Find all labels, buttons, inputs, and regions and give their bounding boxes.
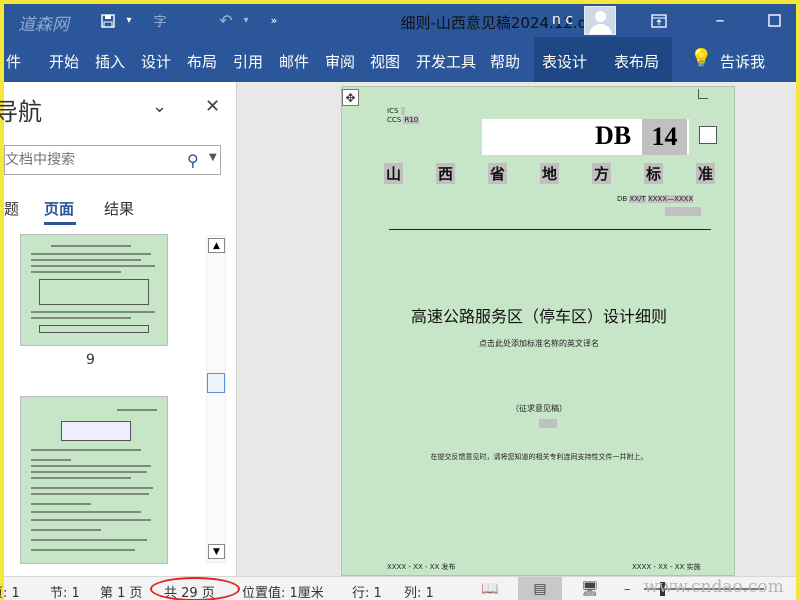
tab-file[interactable]: 件 (6, 51, 21, 72)
ccs-label: CCS R10 (387, 116, 420, 124)
draft-date-placeholder (539, 419, 557, 428)
nav-pane-title: 导航 (0, 98, 42, 126)
active-tab-indicator (44, 222, 76, 225)
search-icon[interactable]: ⚲ (187, 151, 199, 170)
search-input[interactable] (5, 146, 185, 174)
page-corner-mark (698, 89, 708, 99)
tab-pages[interactable]: 页面 (44, 198, 74, 219)
status-bar: 页: 1 节: 1 第 1 页 共 29 页 位置值: 1厘米 行: 1 列: … (0, 576, 796, 600)
scrollbar-thumb[interactable] (207, 373, 225, 393)
ribbon-display-options-icon[interactable] (648, 4, 670, 37)
document-page[interactable]: ✥ ICS CCS R10 DB 14 山 西 省 地 方 标 准 DB XX/… (341, 86, 735, 576)
navigation-pane: 导航 ⌄ ✕ ⚲ ▼ 题 页面 结果 9 (0, 82, 237, 576)
ccs-code: R10 (403, 116, 420, 124)
chevron-down-icon[interactable]: ⌄ (152, 96, 167, 117)
maximize-icon[interactable] (764, 4, 784, 37)
tab-insert[interactable]: 插入 (95, 51, 125, 72)
tab-headings[interactable]: 题 (4, 198, 19, 219)
avatar[interactable] (584, 6, 616, 35)
document-area[interactable]: ✥ ICS CCS R10 DB 14 山 西 省 地 方 标 准 DB XX/… (238, 82, 796, 576)
tab-view[interactable]: 视图 (370, 51, 400, 72)
tab-layout[interactable]: 布局 (187, 51, 217, 72)
spelling-icon[interactable]: 字 (150, 4, 170, 37)
close-icon[interactable]: ✕ (205, 96, 220, 117)
status-row[interactable]: 行: 1 (352, 582, 382, 600)
standard-title: 高速公路服务区（停车区）设计细则 (410, 307, 667, 326)
web-layout-icon[interactable]: 🖥 (568, 577, 612, 600)
print-layout-icon[interactable]: ▤ (518, 577, 562, 600)
ics-label: ICS (387, 107, 405, 115)
document-title: 细则-山西意见稿2024.12.d... (400, 14, 602, 32)
save-icon[interactable] (98, 4, 118, 37)
site-watermark-logo: 道森网 (18, 15, 69, 35)
scroll-down-arrow-icon[interactable]: ▼ (208, 544, 225, 559)
tab-home[interactable]: 开始 (49, 51, 79, 72)
standard-number-placeholder (665, 207, 701, 216)
page-thumbnail-number: 9 (86, 352, 95, 368)
tab-results[interactable]: 结果 (104, 198, 134, 219)
site-watermark: www.cndao.com (644, 577, 784, 597)
undo-dropdown-icon[interactable]: ▾ (240, 4, 252, 37)
more-commands-icon[interactable]: » (266, 4, 282, 37)
scroll-up-arrow-icon[interactable]: ▲ (208, 238, 225, 253)
tell-me-search[interactable]: 告诉我 (720, 51, 765, 72)
status-section[interactable]: 节: 1 (50, 582, 80, 600)
draft-label: （征求意见稿） (511, 404, 567, 413)
user-name[interactable]: n c (552, 12, 573, 28)
standard-number: DB XX/T XXXX—XXXX (617, 195, 694, 203)
implement-date: XXXX - XX - XX 实施 (632, 563, 701, 571)
zoom-out-icon[interactable]: – (624, 582, 631, 597)
ribbon-tabs: 件 开始 插入 设计 布局 引用 邮件 审阅 视图 开发工具 帮助 表设计 表布… (4, 37, 796, 82)
tab-references[interactable]: 引用 (233, 51, 263, 72)
nav-scrollbar[interactable]: ▲ ▼ (206, 235, 226, 563)
english-name-placeholder[interactable]: 点击此处添加标准名称的英文译名 (342, 338, 736, 349)
tab-design[interactable]: 设计 (141, 51, 171, 72)
title-bar: 道森网 ▾ 字 ↶ ▾ » 细则-山西意见稿2024.12.d... n c – (4, 4, 796, 37)
db-number: 14 (642, 119, 687, 155)
status-page[interactable]: 页: 1 (0, 582, 20, 600)
lightbulb-icon[interactable]: 💡 (690, 48, 712, 69)
status-column[interactable]: 列: 1 (404, 582, 434, 600)
standard-category-line: 山 西 省 地 方 标 准 (384, 163, 716, 184)
tab-table-layout[interactable]: 表布局 (614, 51, 659, 72)
tab-table-design[interactable]: 表设计 (542, 51, 587, 72)
publish-date: XXXX - XX - XX 发布 (387, 563, 456, 571)
patent-notice: 在提交反馈意见时，请将您知道的相关专利连同支持性文件一并附上。 (430, 453, 648, 461)
quick-access-dropdown-icon[interactable]: ▾ (122, 4, 136, 37)
nav-search-box[interactable]: ⚲ ▼ (4, 145, 221, 175)
page-thumbnail[interactable] (20, 234, 168, 346)
highlight-circle (150, 577, 240, 600)
undo-icon[interactable]: ↶ (216, 4, 236, 37)
search-options-chevron-icon[interactable]: ▼ (209, 152, 217, 163)
tab-mailings[interactable]: 邮件 (279, 51, 309, 72)
divider (389, 229, 711, 230)
db-label: DB (595, 121, 632, 150)
tab-help[interactable]: 帮助 (490, 51, 520, 72)
status-position[interactable]: 位置值: 1厘米 (242, 582, 324, 600)
minimize-icon[interactable]: – (710, 4, 730, 37)
status-page-number[interactable]: 第 1 页 (100, 582, 143, 600)
tab-developer[interactable]: 开发工具 (416, 51, 476, 72)
checkbox[interactable] (699, 126, 717, 144)
db-header-box: DB 14 (482, 119, 689, 155)
read-mode-icon[interactable]: 📖 (468, 577, 512, 600)
tab-review[interactable]: 审阅 (325, 51, 355, 72)
table-move-handle-icon[interactable]: ✥ (342, 89, 359, 106)
page-thumbnail[interactable] (20, 396, 168, 564)
